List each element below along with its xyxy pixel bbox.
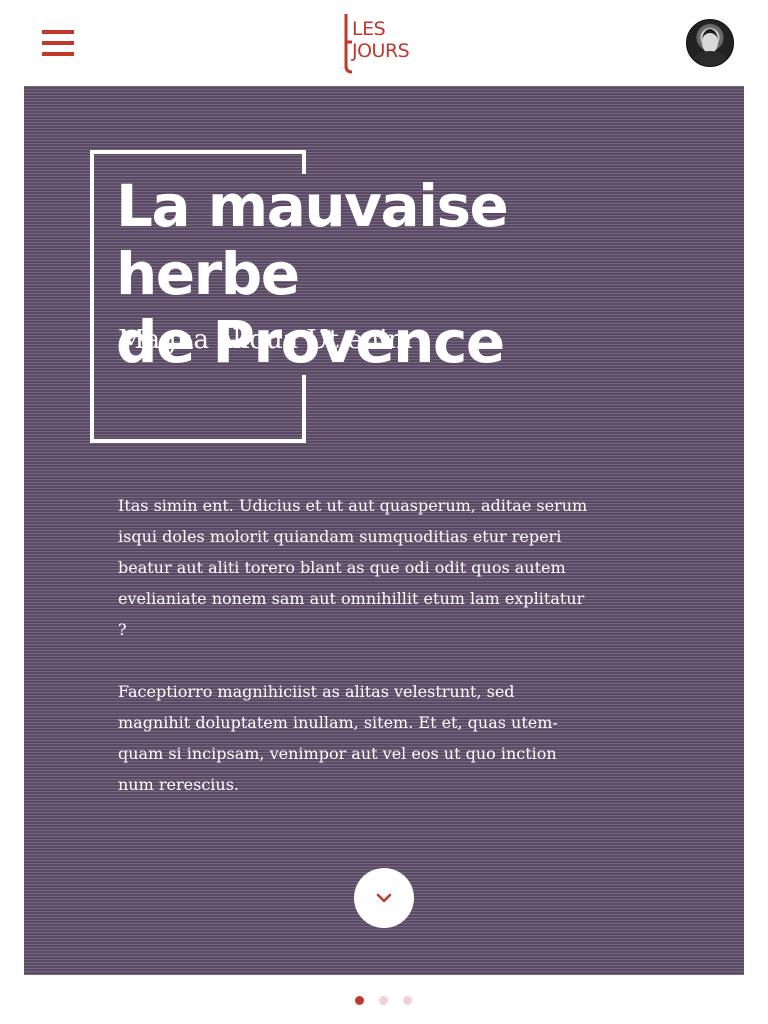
- avatar-shoulders: [693, 51, 727, 66]
- title-frame-top: [90, 150, 304, 154]
- hamburger-menu-icon: [42, 30, 74, 34]
- pagination-dots: [0, 993, 768, 1007]
- user-avatar[interactable]: [686, 19, 734, 67]
- pager-dot[interactable]: [379, 996, 388, 1005]
- article-subtitle: Magna aliqua Ut enim: [118, 325, 413, 355]
- chevron-down-icon: [376, 893, 392, 903]
- pager-dot[interactable]: [403, 996, 412, 1005]
- avatar-face: [702, 29, 718, 53]
- title-frame-bottom: [90, 439, 306, 443]
- scroll-down-button[interactable]: [354, 868, 414, 928]
- title-frame-left: [90, 150, 94, 443]
- logo-bottom-text: JOURS: [352, 40, 410, 62]
- title-frame-top-right: [302, 150, 306, 174]
- pager-dot[interactable]: [355, 996, 364, 1005]
- logo-top-text: LES: [352, 18, 386, 40]
- intro-paragraph-1: Itas simin ent. Udicius et ut aut quaspe…: [118, 496, 588, 639]
- menu-button[interactable]: [42, 30, 74, 56]
- article-hero: La mauvaise herbe de Provence Magna aliq…: [24, 86, 744, 975]
- les-jours-logo[interactable]: LES JOURS: [342, 12, 426, 74]
- site-header: LES JOURS: [0, 0, 768, 86]
- intro-paragraph-2: Faceptiorro magnihiciist as alitas veles…: [118, 682, 558, 794]
- title-frame-bottom-right: [302, 375, 306, 443]
- article-title-line-1: La mauvaise herbe: [116, 172, 509, 308]
